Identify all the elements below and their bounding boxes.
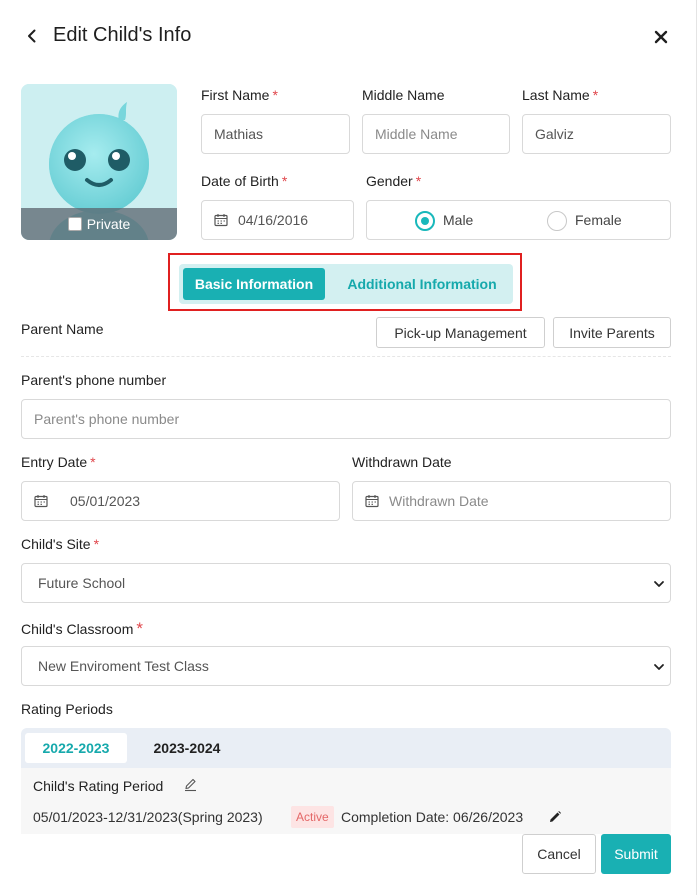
tab-2022-2023[interactable]: 2022-2023 xyxy=(25,733,127,763)
chevron-down-icon xyxy=(654,664,664,670)
section-divider xyxy=(21,356,671,357)
middle-name-label: Middle Name xyxy=(362,87,445,103)
entry-date-input[interactable]: 05/01/2023 xyxy=(21,481,340,521)
classroom-label: Child's Classroom * xyxy=(21,619,143,638)
modal-header: Edit Child's Info xyxy=(0,0,697,74)
last-name-label: Last Name * xyxy=(522,87,599,103)
tab-additional-information[interactable]: Additional Information xyxy=(339,268,505,300)
dob-input[interactable]: 04/16/2016 xyxy=(201,200,354,240)
info-tabs: Basic Information Additional Information xyxy=(179,264,513,304)
rating-period-range: 05/01/2023-12/31/2023(Spring 2023) xyxy=(33,809,263,825)
withdrawn-date-label: Withdrawn Date xyxy=(352,454,452,470)
calendar-icon xyxy=(365,495,379,508)
phone-input[interactable]: Parent's phone number xyxy=(21,399,671,439)
edit-icon[interactable] xyxy=(183,777,198,792)
completion-date: Completion Date: 06/26/2023 xyxy=(341,809,524,825)
first-name-label: First Name * xyxy=(201,87,278,103)
close-icon[interactable] xyxy=(650,26,672,48)
calendar-icon xyxy=(214,214,228,227)
site-label: Child's Site * xyxy=(21,536,100,552)
gender-female-label[interactable]: Female xyxy=(575,212,622,228)
child-avatar[interactable]: Private xyxy=(21,84,177,240)
private-label: Private xyxy=(86,216,131,232)
pencil-icon[interactable] xyxy=(548,810,562,824)
modal-title: Edit Child's Info xyxy=(53,24,192,46)
tab-2023-2024[interactable]: 2023-2024 xyxy=(138,733,236,763)
status-badge: Active xyxy=(291,806,334,828)
entry-date-label: Entry Date * xyxy=(21,454,96,470)
chevron-left-icon[interactable] xyxy=(22,26,42,46)
private-checkbox[interactable] xyxy=(67,217,82,231)
chevron-down-icon xyxy=(654,581,664,587)
rating-periods-label: Rating Periods xyxy=(21,701,113,717)
calendar-icon xyxy=(34,495,48,508)
first-name-input[interactable]: Mathias xyxy=(201,114,350,154)
withdrawn-date-input[interactable]: Withdrawn Date xyxy=(352,481,671,521)
invite-parents-button[interactable]: Invite Parents xyxy=(553,317,671,348)
phone-label: Parent's phone number xyxy=(21,372,167,388)
gender-female-radio[interactable] xyxy=(547,211,567,231)
last-name-input[interactable]: Galviz xyxy=(522,114,671,154)
tab-basic-information[interactable]: Basic Information xyxy=(183,268,325,300)
gender-label: Gender * xyxy=(366,173,422,189)
submit-button[interactable]: Submit xyxy=(601,834,671,874)
pickup-management-button[interactable]: Pick-up Management xyxy=(376,317,545,348)
rating-period-tabs: 2022-2023 2023-2024 xyxy=(21,728,671,768)
classroom-select[interactable]: New Enviroment Test Class xyxy=(21,646,671,686)
parent-name-label: Parent Name xyxy=(21,321,104,337)
cancel-button[interactable]: Cancel xyxy=(522,834,596,874)
site-select[interactable]: Future School xyxy=(21,563,671,603)
rating-period-panel: Child's Rating Period 05/01/2023-12/31/2… xyxy=(21,768,671,834)
middle-name-input[interactable]: Middle Name xyxy=(362,114,510,154)
gender-radio-group: Male Female xyxy=(366,200,671,240)
dob-label: Date of Birth * xyxy=(201,173,288,189)
gender-male-label[interactable]: Male xyxy=(443,212,473,228)
gender-male-radio[interactable] xyxy=(415,211,435,231)
edit-child-modal: Edit Child's Info Private First Name * M… xyxy=(0,0,697,895)
rating-period-title: Child's Rating Period xyxy=(33,778,164,794)
private-toggle[interactable]: Private xyxy=(21,208,177,240)
